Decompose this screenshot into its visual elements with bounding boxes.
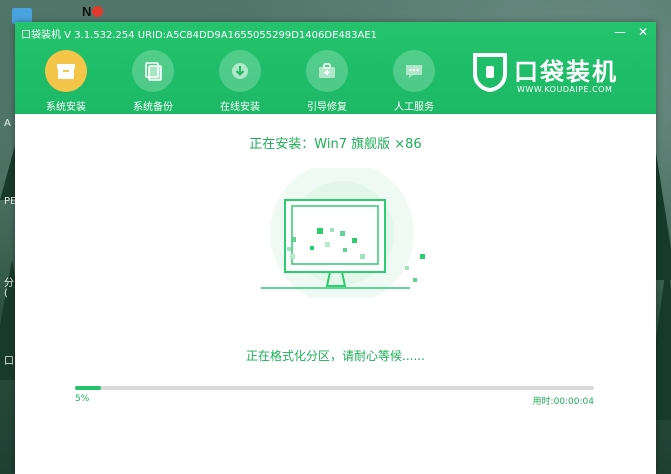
- close-button[interactable]: ✕: [634, 24, 652, 40]
- nav-icon-circle: [219, 50, 261, 92]
- nav-item-boot-repair[interactable]: 引导修复: [297, 50, 357, 113]
- desktop-label: A: [4, 118, 11, 129]
- header-bar: 口袋装机 V 3.1.532.254 URID:A5C84DD9A1655055…: [15, 22, 656, 114]
- computer-installing-illustration: [261, 168, 425, 298]
- install-progress-fill: [75, 386, 101, 390]
- nav-label: 系统备份: [133, 102, 173, 113]
- install-status-title: 正在安装：Win7 旗舰版 ×86: [249, 137, 422, 152]
- elapsed-time: 用时:00:00:04: [532, 397, 594, 407]
- desktop-label: (: [4, 288, 8, 299]
- desktop-label: 分: [4, 278, 14, 289]
- repair-kit-icon: [319, 63, 335, 78]
- backup-icon: [145, 62, 162, 81]
- pocket-logo-icon: [473, 53, 507, 92]
- nav-label: 系统安装: [46, 102, 86, 113]
- desktop-label: 口: [4, 356, 14, 367]
- progress-percent: 5%: [75, 394, 90, 404]
- nav-icon-circle: [132, 50, 174, 92]
- install-step-text: 正在格式化分区，请耐心等候......: [246, 349, 425, 363]
- nav-label: 人工服务: [394, 102, 434, 113]
- minimize-button[interactable]: —: [611, 24, 629, 40]
- brand-logo: 口袋装机 WWW.KOUDAIPE.COM: [470, 52, 650, 102]
- package-icon: [57, 64, 75, 79]
- install-progress-bar: [75, 386, 594, 390]
- chat-icon: [406, 65, 422, 78]
- installer-window: 口袋装机 V 3.1.532.254 URID:A5C84DD9A1655055…: [15, 22, 656, 474]
- nav-icon-circle: [306, 50, 348, 92]
- title-bar[interactable]: 口袋装机 V 3.1.532.254 URID:A5C84DD9A1655055…: [15, 22, 656, 42]
- nav-item-system-backup[interactable]: 系统备份: [123, 50, 183, 113]
- notepad-badge-icon[interactable]: N: [82, 4, 104, 19]
- nav-label: 引导修复: [307, 102, 347, 113]
- badge-dot: [92, 6, 104, 17]
- nav-item-system-install[interactable]: 系统安装: [36, 50, 96, 113]
- nav-item-online-install[interactable]: 在线安装: [210, 50, 270, 113]
- nav-icon-circle: [393, 50, 435, 92]
- brand-url: WWW.KOUDAIPE.COM: [517, 85, 613, 94]
- nav-label: 在线安装: [220, 102, 260, 113]
- brand-name: 口袋装机: [514, 58, 618, 86]
- nav-item-manual-service[interactable]: 人工服务: [384, 50, 444, 113]
- download-icon: [232, 63, 248, 79]
- window-title: 口袋装机 V 3.1.532.254 URID:A5C84DD9A1655055…: [21, 30, 378, 41]
- badge-letter: N: [82, 4, 92, 19]
- nav-icon-circle: [45, 50, 87, 92]
